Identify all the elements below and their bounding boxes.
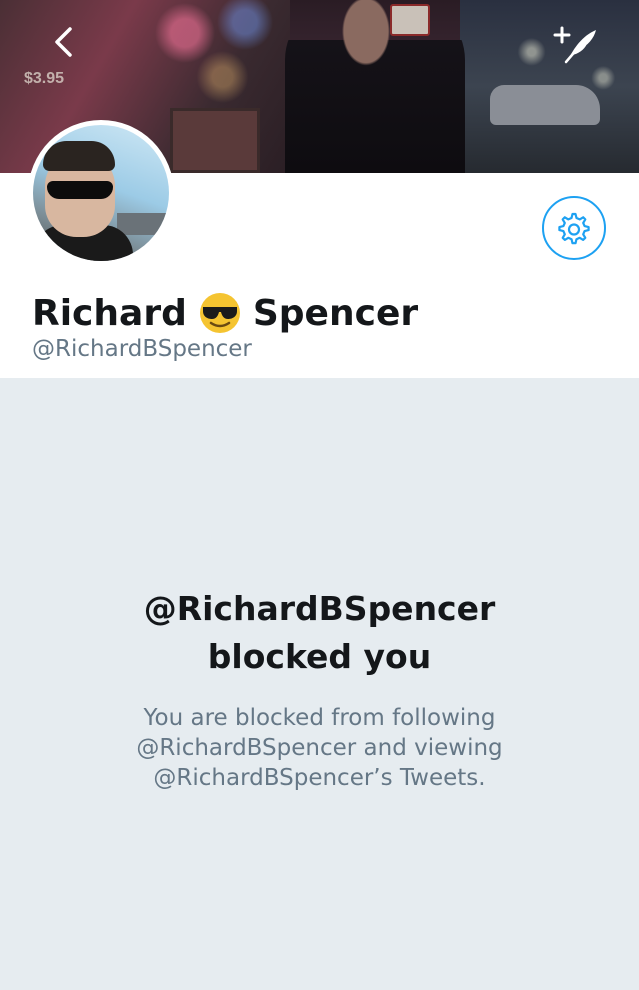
avatar-photo xyxy=(33,125,169,261)
settings-button[interactable] xyxy=(542,196,606,260)
compose-tweet-button[interactable] xyxy=(552,24,600,64)
avatar[interactable] xyxy=(28,120,174,266)
banner-neon-lights xyxy=(140,0,290,110)
avatar-hair xyxy=(43,141,115,171)
display-name: Richard Spencer xyxy=(32,289,418,337)
banner-window xyxy=(170,108,260,173)
profile-handle: @RichardBSpencer xyxy=(32,336,252,362)
back-button[interactable] xyxy=(48,26,80,58)
blocked-desc-line-3: @RichardBSpencer’s Tweets. xyxy=(153,765,486,791)
display-name-last: Spencer xyxy=(252,292,419,334)
banner-car xyxy=(490,85,600,125)
smiling-face-with-sunglasses-emoji xyxy=(199,292,241,334)
blocked-desc-line-2: @RichardBSpencer and viewing xyxy=(136,735,503,761)
banner-price-sign: $3.95 xyxy=(24,70,65,87)
compose-tweet-icon xyxy=(553,26,596,64)
banner-figure xyxy=(285,0,465,173)
blocked-description: You are blocked from following @RichardB… xyxy=(0,703,639,793)
blocked-notice: @RichardBSpencer blocked you You are blo… xyxy=(0,585,639,793)
display-name-first: Richard xyxy=(32,292,187,334)
blocked-title-text: blocked you xyxy=(207,637,432,676)
avatar-sunglasses xyxy=(47,181,113,199)
chevron-left-icon xyxy=(55,27,72,57)
gear-icon xyxy=(558,212,590,245)
blocked-title: @RichardBSpencer blocked you xyxy=(0,585,639,681)
blocked-desc-line-1: You are blocked from following xyxy=(143,705,496,731)
avatar-ship xyxy=(117,213,167,235)
blocked-title-handle: @RichardBSpencer xyxy=(143,589,496,628)
